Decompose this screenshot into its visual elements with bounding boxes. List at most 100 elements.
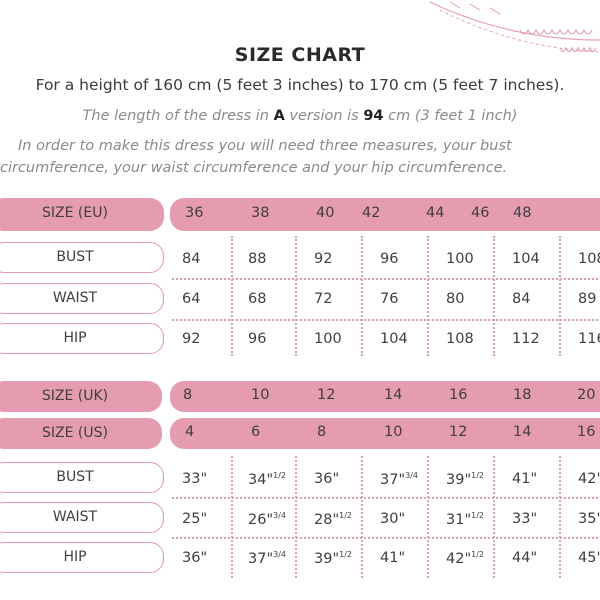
grid-line [172, 278, 600, 280]
eu-measure-value: 84 [182, 251, 201, 267]
eu-size-value: 48 [513, 205, 532, 221]
imp-measure-value: 31"1/2 [446, 511, 484, 528]
imp-measure-value: 26"3/4 [248, 511, 286, 528]
us-size-value: 6 [251, 424, 261, 440]
measure-main: 28" [314, 512, 340, 528]
grid-line [427, 456, 429, 578]
eu-measure-value: 112 [512, 331, 540, 347]
us-size-value: 4 [185, 424, 195, 440]
eu-size-bar [170, 198, 600, 231]
uk-size-value: 16 [449, 387, 468, 403]
measure-main: 37" [248, 551, 274, 567]
eu-measure-value: 116 [578, 331, 600, 347]
imp-measure-value: 35" [578, 511, 600, 527]
measure-fraction: 1/2 [471, 550, 484, 559]
imp-measure-value: 42"1/2 [446, 550, 484, 567]
grid-line [172, 319, 600, 321]
eu-row-label: BUST [56, 249, 94, 265]
measure-main: 41" [512, 471, 538, 487]
measure-main: 39" [446, 472, 472, 488]
eu-measure-value: 104 [380, 331, 408, 347]
uk-size-value: 10 [251, 387, 270, 403]
eu-measure-value: 92 [314, 251, 333, 267]
imp-measure-value: 42" [578, 471, 600, 487]
grid-line [559, 456, 561, 578]
measure-main: 25" [182, 511, 208, 527]
us-size-label: SIZE (US) [42, 425, 108, 441]
measure-main: 26" [248, 512, 274, 528]
eu-measure-value: 92 [182, 331, 201, 347]
measure-main: 33" [512, 511, 538, 527]
imp-measure-value: 45" [578, 550, 600, 566]
imp-measure-value: 41" [512, 471, 537, 487]
imp-measure-value: 36" [182, 550, 207, 566]
uk-size-value: 12 [317, 387, 336, 403]
grid-line [493, 236, 495, 356]
measure-main: 42" [578, 471, 600, 487]
measure-main: 42" [446, 551, 472, 567]
measure-main: 45" [578, 550, 600, 566]
grid-line [231, 456, 233, 578]
measure-fraction: 1/2 [471, 471, 484, 480]
grid-line [231, 236, 233, 356]
eu-measure-value: 80 [446, 291, 465, 307]
eu-size-label: SIZE (EU) [42, 205, 108, 221]
imp-row-label: BUST [56, 469, 94, 485]
measure-main: 30" [380, 511, 406, 527]
uk-size-value: 18 [513, 387, 532, 403]
grid-line [427, 236, 429, 356]
eu-size-value: 46 [471, 205, 490, 221]
eu-measure-value: 100 [446, 251, 474, 267]
subtitle: For a height of 160 cm (5 feet 3 inches)… [35, 76, 565, 94]
uk-size-value: 8 [183, 387, 193, 403]
us-size-value: 12 [449, 424, 468, 440]
eu-measure-value: 72 [314, 291, 333, 307]
imp-row-label: HIP [63, 549, 87, 565]
measure-fraction: 1/2 [273, 471, 286, 480]
eu-size-value: 40 [316, 205, 335, 221]
imp-measure-value: 28"1/2 [314, 511, 352, 528]
imp-measure-value: 41" [380, 550, 405, 566]
eu-size-value: 44 [426, 205, 445, 221]
eu-measure-value: 89 [578, 291, 597, 307]
grid-line [361, 236, 363, 356]
eu-row-label: HIP [63, 330, 87, 346]
imp-measure-value: 33" [182, 471, 207, 487]
dress-length-note: The length of the dress in A version is … [82, 108, 518, 124]
measure-main: 35" [578, 511, 600, 527]
us-size-value: 14 [513, 424, 532, 440]
eu-measure-value: 108 [578, 251, 600, 267]
measure-main: 36" [182, 550, 208, 566]
measure-main: 39" [314, 551, 340, 567]
eu-size-value: 42 [362, 205, 381, 221]
imp-measure-value: 44" [512, 550, 537, 566]
measure-main: 44" [512, 550, 538, 566]
measure-fraction: 1/2 [339, 511, 352, 520]
grid-line [172, 537, 600, 539]
imp-measure-value: 39"1/2 [314, 550, 352, 567]
measure-fraction: 1/2 [471, 511, 484, 520]
eu-measure-value: 76 [380, 291, 399, 307]
grid-line [295, 236, 297, 356]
grid-line [295, 456, 297, 578]
imp-measure-value: 34"1/2 [248, 471, 286, 488]
eu-measure-value: 88 [248, 251, 267, 267]
measure-main: 31" [446, 512, 472, 528]
imp-measure-value: 30" [380, 511, 405, 527]
page-title: SIZE CHART [234, 44, 366, 66]
measure-main: 41" [380, 550, 406, 566]
imp-measure-value: 25" [182, 511, 207, 527]
measure-main: 34" [248, 472, 274, 488]
uk-size-value: 14 [384, 387, 403, 403]
imp-measure-value: 36" [314, 471, 339, 487]
imp-measure-value: 37"3/4 [248, 550, 286, 567]
eu-row-label: WAIST [52, 290, 98, 306]
grid-line [172, 497, 600, 499]
us-size-value: 8 [317, 424, 327, 440]
eu-measure-value: 104 [512, 251, 540, 267]
eu-measure-value: 100 [314, 331, 342, 347]
measure-fraction: 1/2 [339, 550, 352, 559]
eu-size-value: 36 [185, 205, 204, 221]
imp-measure-value: 39"1/2 [446, 471, 484, 488]
measure-fraction: 3/4 [273, 550, 286, 559]
